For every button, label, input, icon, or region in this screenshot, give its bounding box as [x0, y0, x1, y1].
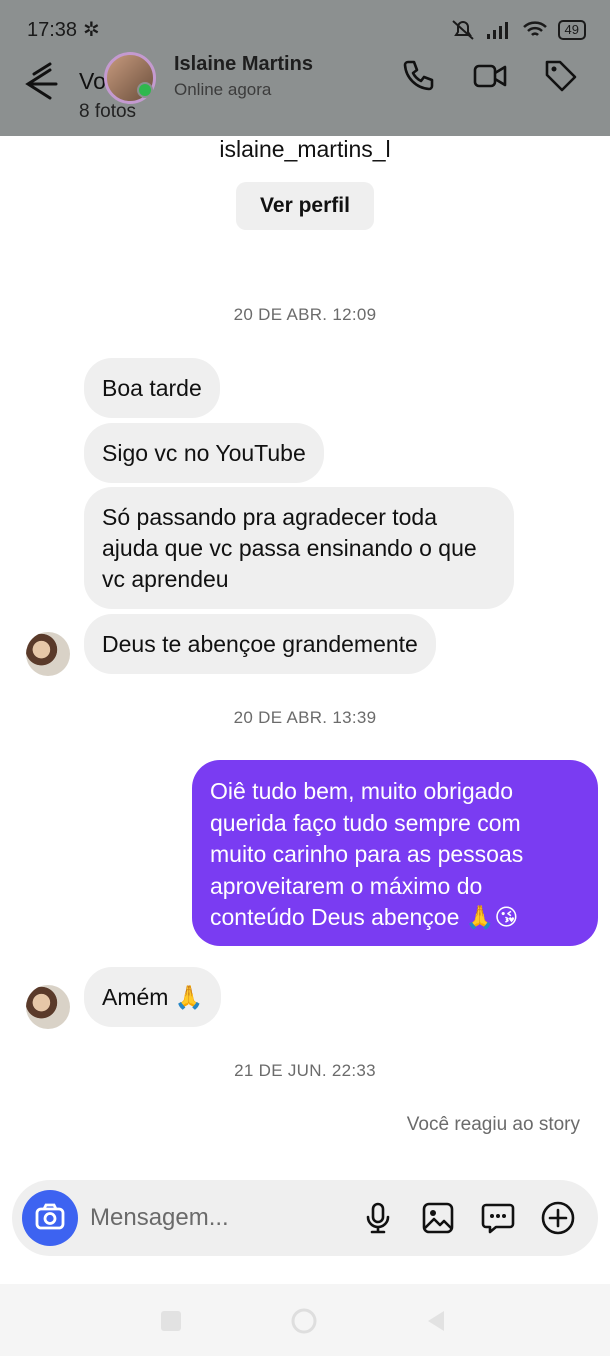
message-bubble[interactable]: Boa tarde	[84, 358, 220, 418]
signal-icon	[486, 22, 508, 39]
online-indicator	[137, 82, 153, 98]
battery-indicator: 49	[557, 20, 586, 40]
system-nav-bar	[0, 1284, 610, 1356]
phone-icon[interactable]	[400, 58, 436, 94]
status-icons: 49	[450, 18, 586, 42]
back-nav-icon[interactable]	[422, 1306, 452, 1336]
mute-icon	[451, 20, 474, 40]
message-bubble[interactable]: Só passando pra agradecer toda ajuda que…	[84, 487, 514, 609]
photos-count: 8 fotos	[79, 101, 137, 122]
contact-name[interactable]: Islaine Martins	[174, 53, 313, 76]
message-input[interactable]	[90, 1198, 340, 1238]
profile-username: islaine_martins_l	[219, 136, 391, 162]
sender-avatar[interactable]	[26, 985, 70, 1029]
date-separator: 21 DE JUN. 22:33	[234, 1061, 376, 1080]
date-separator: 20 DE ABR. 12:09	[233, 305, 377, 324]
back-arrow-icon[interactable]	[20, 62, 60, 106]
view-profile-button[interactable]: Ver perfil	[236, 182, 374, 230]
sticker-chat-icon[interactable]	[480, 1200, 516, 1236]
camera-button[interactable]	[22, 1190, 78, 1246]
message-bubble[interactable]: Sigo vc no YouTube	[84, 423, 324, 483]
microphone-icon[interactable]	[360, 1200, 396, 1236]
sender-avatar[interactable]	[26, 632, 70, 676]
wifi-icon	[522, 21, 547, 36]
tag-icon[interactable]	[543, 58, 579, 94]
status-time: 17:38	[27, 19, 78, 41]
top-overlay: 17:38 ✲ 49 Você 8 fotos Islaine Martins …	[0, 0, 610, 136]
story-reaction-note: Você reagiu ao story	[406, 1114, 580, 1135]
contact-status: Online agora	[174, 80, 272, 99]
fan-icon: ✲	[83, 19, 100, 41]
gallery-icon[interactable]	[420, 1200, 456, 1236]
status-bar: 17:38 ✲ 49	[0, 0, 610, 58]
recent-apps-icon[interactable]	[156, 1306, 186, 1336]
add-plus-icon[interactable]	[540, 1200, 576, 1236]
message-bubble[interactable]: Amém 🙏	[84, 967, 222, 1027]
message-bubble[interactable]: Deus te abençoe grandemente	[84, 614, 436, 674]
camera-icon	[35, 1203, 65, 1230]
video-call-icon[interactable]	[472, 58, 508, 94]
home-icon[interactable]	[289, 1306, 319, 1336]
sent-message-bubble[interactable]: Oiê tudo bem, muito obrigado querida faç…	[192, 760, 598, 946]
date-separator: 20 DE ABR. 13:39	[233, 708, 377, 727]
message-composer	[12, 1180, 598, 1256]
